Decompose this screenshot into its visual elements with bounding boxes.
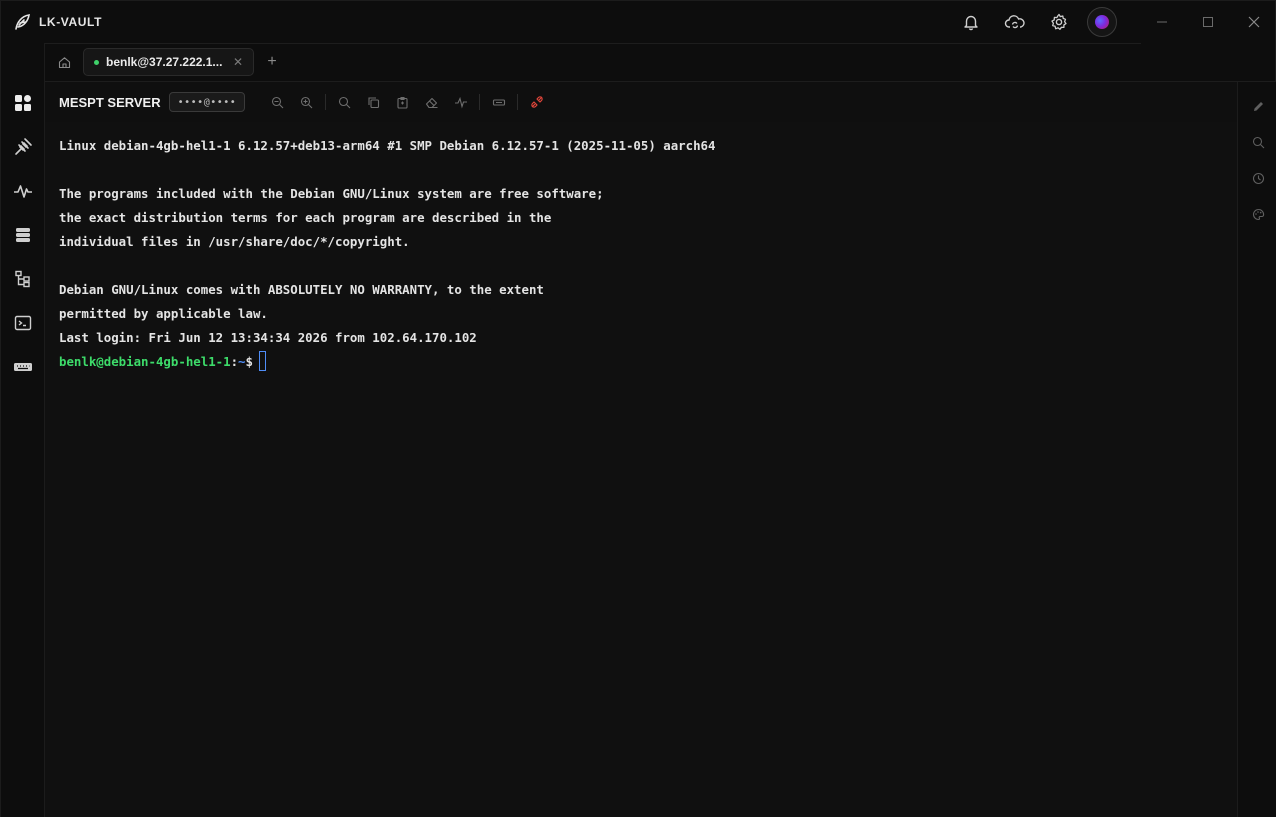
terminal-line: permitted by applicable law. bbox=[59, 306, 268, 321]
search-icon[interactable] bbox=[330, 90, 359, 114]
text-cursor bbox=[258, 351, 266, 371]
file-tree-icon[interactable] bbox=[1, 263, 45, 295]
terminal-line: the exact distribution terms for each pr… bbox=[59, 210, 552, 225]
keyboard-shortcut-icon[interactable] bbox=[484, 90, 513, 114]
window-controls bbox=[1139, 1, 1276, 43]
session-toolbar: MESPT SERVER ••••@•••• bbox=[45, 82, 1237, 122]
prompt-separator: : bbox=[230, 354, 239, 369]
history-icon[interactable] bbox=[1238, 166, 1276, 190]
close-icon[interactable] bbox=[1231, 1, 1276, 43]
tab-bar: benlk@37.27.222.1... ✕ + bbox=[45, 43, 1276, 82]
maximize-icon[interactable] bbox=[1185, 1, 1231, 43]
terminal-line: Debian GNU/Linux comes with ABSOLUTELY N… bbox=[59, 282, 544, 297]
pulse-icon[interactable] bbox=[446, 90, 475, 114]
prompt-sign: $ bbox=[245, 354, 253, 369]
left-sidebar bbox=[1, 43, 45, 817]
copy-icon[interactable] bbox=[359, 90, 388, 114]
terminal-line: The programs included with the Debian GN… bbox=[59, 186, 604, 201]
palette-icon[interactable] bbox=[1238, 202, 1276, 226]
bell-icon[interactable] bbox=[949, 1, 993, 43]
prompt-user-host: benlk@debian-4gb-hel1-1 bbox=[59, 354, 231, 369]
title-actions bbox=[949, 1, 1117, 43]
toolbar-separator bbox=[517, 94, 519, 110]
pencil-icon[interactable] bbox=[1238, 94, 1276, 118]
avatar-image bbox=[1095, 15, 1109, 29]
dashboard-icon[interactable] bbox=[1, 87, 45, 119]
terminal-line: Linux debian-4gb-hel1-1 6.12.57+deb13-ar… bbox=[59, 138, 716, 153]
tab-label: benlk@37.27.222.1... bbox=[106, 55, 223, 69]
prompt-path: ~ bbox=[238, 354, 246, 369]
terminal-line: Last login: Fri Jun 12 13:34:34 2026 fro… bbox=[59, 330, 477, 345]
zoom-out-icon[interactable] bbox=[263, 90, 292, 114]
terminal-prompt[interactable]: benlk@debian-4gb-hel1-1:~$ bbox=[59, 350, 1237, 374]
tab-session[interactable]: benlk@37.27.222.1... ✕ bbox=[83, 48, 254, 76]
keyboard-icon[interactable] bbox=[1, 351, 45, 383]
app-name: LK-VAULT bbox=[39, 15, 103, 29]
terminal-line: individual files in /usr/share/doc/*/cop… bbox=[59, 234, 410, 249]
brand: LK-VAULT bbox=[13, 1, 102, 43]
tab-close-icon[interactable]: ✕ bbox=[233, 55, 243, 69]
avatar[interactable] bbox=[1087, 7, 1117, 37]
terminal-output[interactable]: Linux debian-4gb-hel1-1 6.12.57+deb13-ar… bbox=[45, 122, 1237, 817]
eraser-icon[interactable] bbox=[417, 90, 446, 114]
minimize-icon[interactable] bbox=[1139, 1, 1185, 43]
app-window: LK-VAULT benlk@37.27.222.1... ✕ + MESPT … bbox=[0, 0, 1276, 817]
disconnect-icon[interactable] bbox=[522, 90, 551, 114]
feather-logo-icon bbox=[13, 13, 31, 31]
satellite-icon[interactable] bbox=[1, 131, 45, 163]
home-icon[interactable] bbox=[45, 43, 83, 81]
server-name: MESPT SERVER bbox=[59, 94, 161, 110]
connected-status-dot bbox=[94, 59, 99, 65]
toolbar-separator bbox=[479, 94, 481, 110]
database-icon[interactable] bbox=[1, 219, 45, 251]
search-icon[interactable] bbox=[1238, 130, 1276, 154]
activity-icon[interactable] bbox=[1, 175, 45, 207]
right-sidebar bbox=[1237, 82, 1276, 817]
toolbar-separator bbox=[325, 94, 327, 110]
zoom-in-icon[interactable] bbox=[292, 90, 321, 114]
credential-chip[interactable]: ••••@•••• bbox=[168, 92, 246, 112]
terminal-icon[interactable] bbox=[1, 307, 45, 339]
cloud-sync-icon[interactable] bbox=[993, 1, 1037, 43]
gear-icon[interactable] bbox=[1037, 1, 1081, 43]
title-bar: LK-VAULT bbox=[1, 1, 1276, 43]
paste-icon[interactable] bbox=[388, 90, 417, 114]
add-tab-icon[interactable]: + bbox=[254, 43, 290, 81]
